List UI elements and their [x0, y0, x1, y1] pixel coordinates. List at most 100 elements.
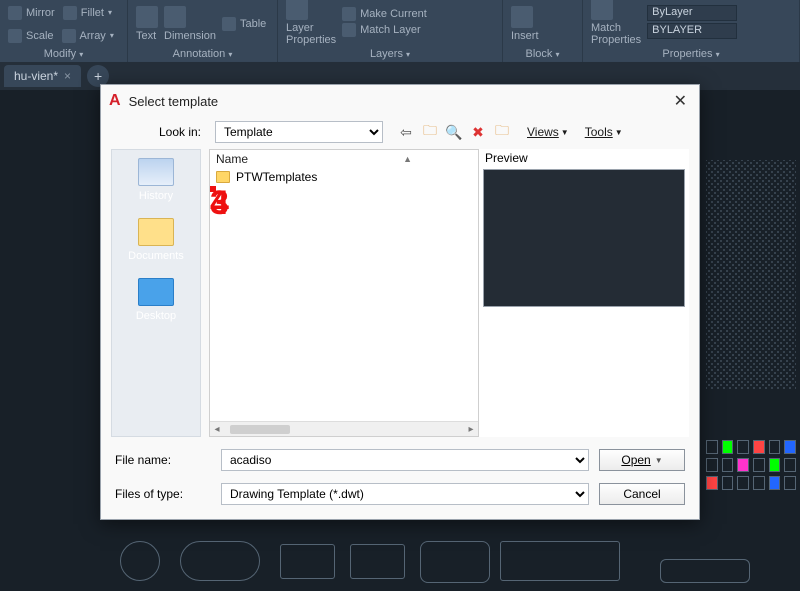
dimension-button[interactable]: Dimension	[164, 6, 216, 42]
fillet-icon	[63, 6, 77, 20]
color-combo-value: ByLayer	[652, 6, 692, 18]
place-desktop-label: Desktop	[136, 310, 176, 322]
layer-properties-button[interactable]: Layer Properties	[286, 0, 336, 46]
scroll-thumb[interactable]	[230, 425, 290, 434]
tools-menu[interactable]: Tools▼	[585, 125, 623, 139]
dialog-toolbar: Look in: Template ⇦ 🗀 🔍 ✖ 🗀 Views▼ Tools…	[101, 117, 699, 149]
scroll-left-icon[interactable]: ◂	[210, 424, 224, 435]
fillet-label: Fillet	[81, 7, 104, 19]
ribbon-panel-modify: Mirror Fillet▾ Scale Array▾ Modify ▾	[0, 0, 128, 62]
layer-properties-icon	[286, 0, 308, 20]
match-properties-button[interactable]: Match Properties	[591, 0, 641, 46]
table-button[interactable]: Table	[222, 17, 266, 31]
place-documents[interactable]: Documents	[128, 218, 184, 262]
match-layer-label: Match Layer	[360, 24, 421, 36]
folder-icon	[216, 171, 230, 183]
cancel-label: Cancel	[623, 487, 660, 501]
views-label: Views	[527, 125, 559, 139]
mirror-icon	[8, 6, 22, 20]
plus-icon: +	[94, 68, 102, 84]
match-layer-icon	[342, 23, 356, 37]
fillet-button[interactable]: Fillet▾	[63, 6, 112, 20]
array-label: Array	[80, 30, 106, 42]
preview-box	[483, 169, 685, 307]
linetype-combo[interactable]: BYLAYER	[647, 23, 737, 39]
close-icon[interactable]: ×	[64, 69, 71, 83]
dialog-footer: File name: acadiso Open▼ Files of type: …	[101, 437, 699, 519]
place-history[interactable]: History	[138, 158, 174, 202]
make-current-label: Make Current	[360, 8, 427, 20]
preview-label: Preview	[483, 149, 685, 169]
column-header-name[interactable]: Name ▲	[210, 150, 478, 168]
table-label: Table	[240, 18, 266, 30]
dialog-titlebar: A Select template ✕	[101, 85, 699, 117]
places-bar: History Documents Desktop	[111, 149, 201, 437]
panel-title-modify: Modify	[44, 48, 76, 60]
dimension-label: Dimension	[164, 30, 216, 42]
array-button[interactable]: Array▾	[62, 29, 114, 43]
scale-icon	[8, 29, 22, 43]
file-list-panel: Name ▲ PTWTemplates 3 4 ◂ ▸ Preview	[209, 149, 689, 437]
sort-caret-icon: ▲	[403, 154, 412, 164]
history-icon	[138, 158, 174, 186]
insert-label: Insert	[511, 30, 539, 42]
match-properties-icon	[591, 0, 613, 20]
app-logo-icon: A	[109, 92, 121, 110]
match-layer-button[interactable]: Match Layer	[342, 23, 427, 37]
ribbon-panel-layers: Layer Properties Make Current Match Laye…	[278, 0, 503, 62]
delete-icon[interactable]: ✖	[469, 123, 487, 141]
make-current-icon	[342, 7, 356, 21]
dialog-title: Select template	[129, 94, 219, 109]
file-type-label: Files of type:	[115, 487, 211, 501]
back-icon[interactable]: ⇦	[397, 123, 415, 141]
scale-label: Scale	[26, 30, 54, 42]
make-current-button[interactable]: Make Current	[342, 7, 427, 21]
ribbon-panel-annotation: Text Dimension Table Annotation ▾	[128, 0, 278, 62]
text-button[interactable]: Text	[136, 6, 158, 42]
color-combo[interactable]: ByLayer	[647, 5, 737, 21]
tools-label: Tools	[585, 125, 613, 139]
documents-icon	[138, 218, 174, 246]
place-documents-label: Documents	[128, 250, 184, 262]
file-type-select[interactable]: Drawing Template (*.dwt)	[221, 483, 589, 505]
desktop-icon	[138, 278, 174, 306]
panel-title-block: Block	[526, 48, 553, 60]
look-in-label: Look in:	[111, 125, 207, 139]
look-in-select[interactable]: Template	[215, 121, 383, 143]
views-menu[interactable]: Views▼	[527, 125, 569, 139]
search-web-icon[interactable]: 🔍	[445, 123, 463, 141]
up-folder-icon[interactable]: 🗀	[421, 123, 439, 141]
insert-button[interactable]: Insert	[511, 6, 539, 42]
ribbon: Mirror Fillet▾ Scale Array▾ Modify ▾ Tex…	[0, 0, 800, 62]
file-list-hscroll[interactable]: ◂ ▸	[210, 421, 478, 436]
panel-title-layers: Layers	[370, 48, 403, 60]
ribbon-panel-block: Insert Block ▾	[503, 0, 583, 62]
open-button[interactable]: Open▼	[599, 449, 685, 471]
scroll-right-icon[interactable]: ▸	[464, 424, 478, 435]
file-name-label: File name:	[115, 453, 211, 467]
open-label: Open	[621, 453, 650, 467]
text-icon	[136, 6, 158, 28]
file-list[interactable]: Name ▲ PTWTemplates 3 4 ◂ ▸	[209, 149, 479, 437]
preview-pane: Preview	[479, 149, 689, 437]
new-folder-icon[interactable]: 🗀	[493, 123, 511, 141]
column-header-name-label: Name	[216, 152, 248, 166]
dialog-close-button[interactable]: ✕	[670, 91, 691, 111]
mirror-button[interactable]: Mirror	[8, 6, 55, 20]
annotation-number-4: 4	[210, 186, 229, 220]
cancel-button[interactable]: Cancel	[599, 483, 685, 505]
text-label: Text	[136, 30, 156, 42]
dimension-icon	[164, 6, 186, 28]
place-desktop[interactable]: Desktop	[136, 278, 176, 322]
file-name-input[interactable]: acadiso	[221, 449, 589, 471]
linetype-combo-value: BYLAYER	[652, 24, 702, 36]
file-row[interactable]: PTWTemplates	[210, 168, 478, 186]
panel-title-annotation: Annotation	[173, 48, 226, 60]
scale-button[interactable]: Scale	[8, 29, 54, 43]
doc-tab[interactable]: hu-vien* ×	[4, 65, 81, 87]
panel-title-properties: Properties	[662, 48, 712, 60]
select-template-dialog: A Select template ✕ Look in: Template ⇦ …	[100, 84, 700, 520]
insert-icon	[511, 6, 533, 28]
file-name: PTWTemplates	[236, 170, 317, 184]
match-properties-label: Match Properties	[591, 22, 641, 46]
